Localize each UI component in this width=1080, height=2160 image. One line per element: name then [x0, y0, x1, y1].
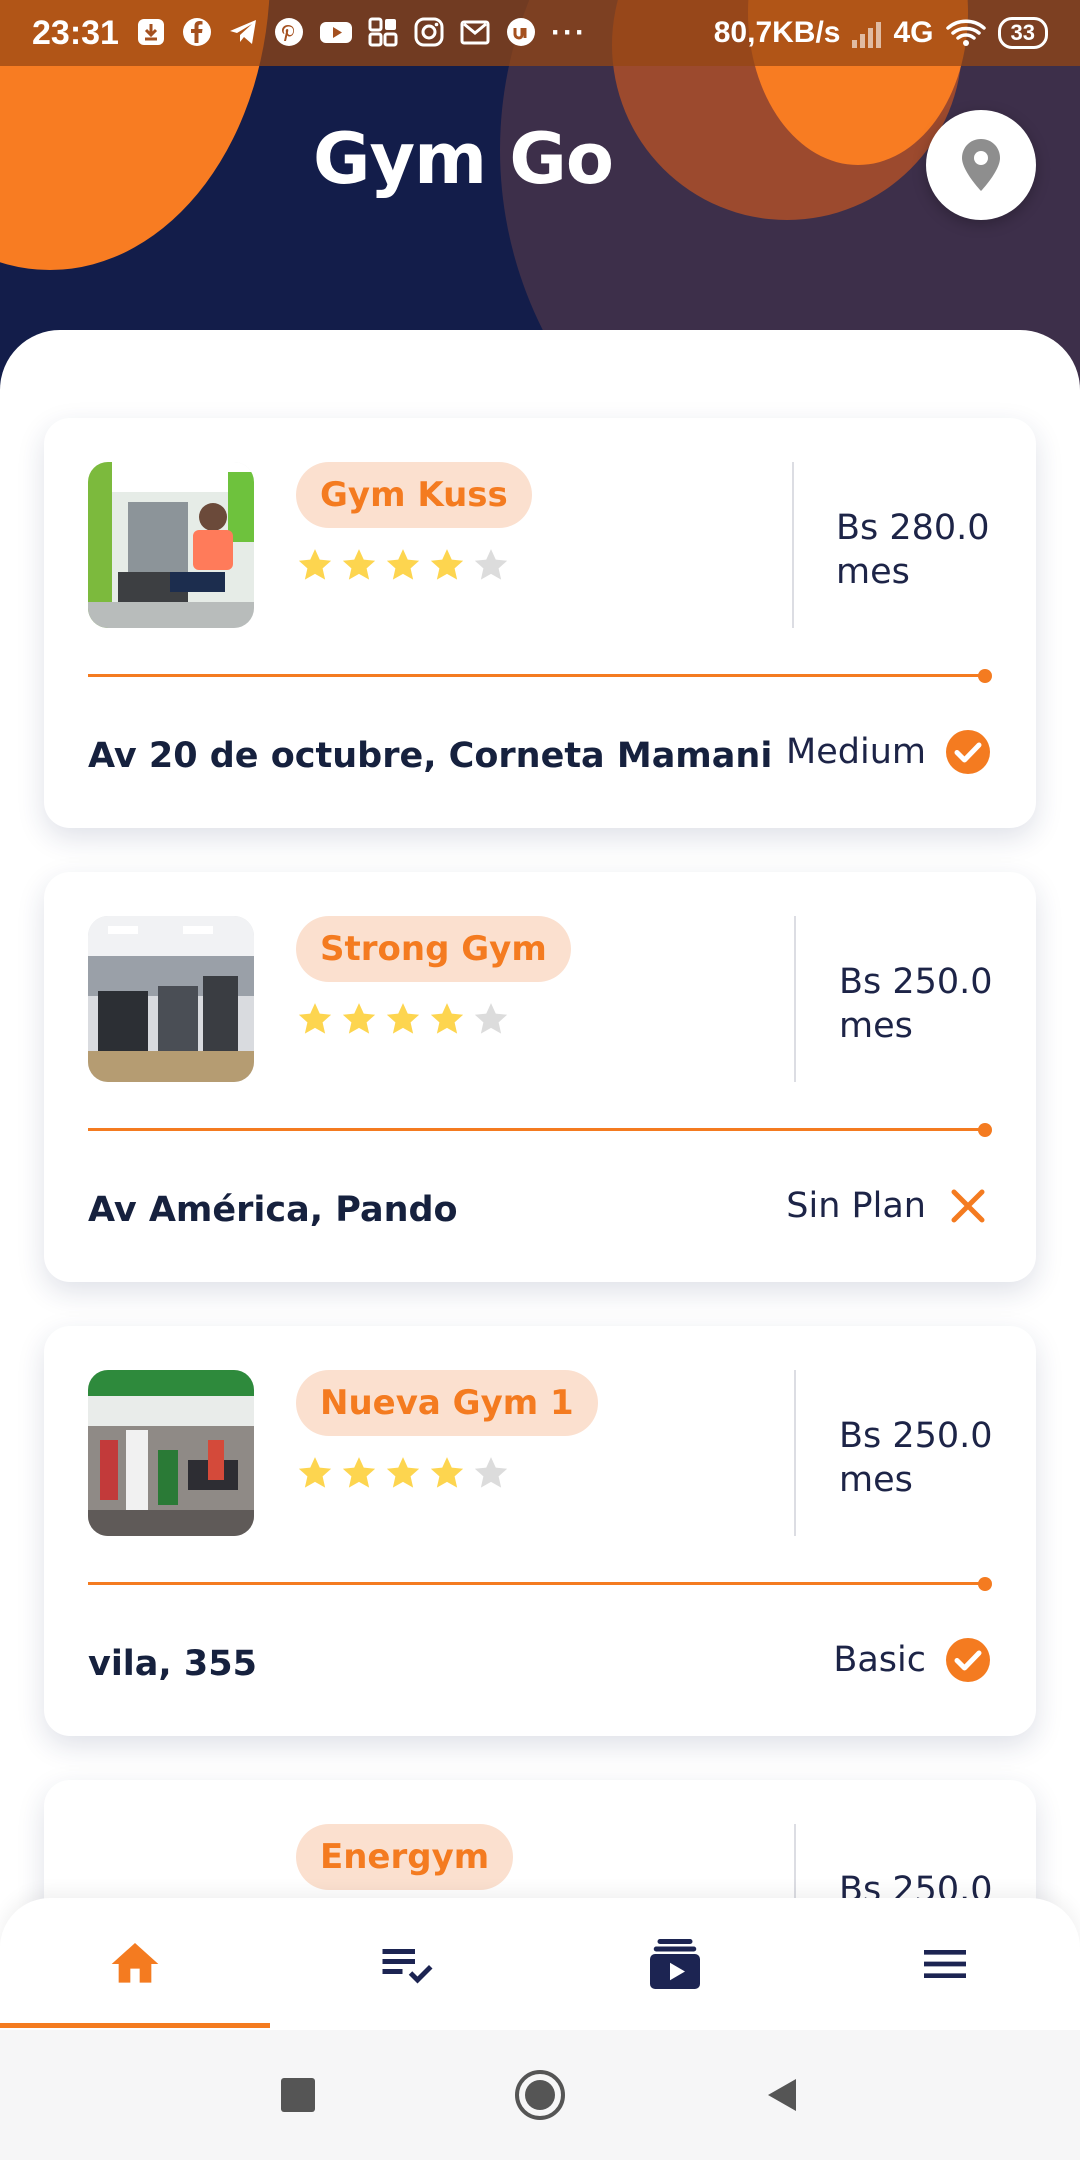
rating-stars — [296, 546, 510, 584]
telegram-icon — [229, 20, 256, 44]
network-type: 4G — [893, 16, 934, 49]
star-icon — [386, 1003, 420, 1034]
gym-photo — [88, 916, 254, 1082]
check-circle-icon — [946, 730, 990, 774]
gym-name: Nueva Gym 1 — [296, 1370, 598, 1436]
plan-status: Basic — [833, 1636, 992, 1684]
star-icon — [386, 1457, 420, 1488]
price-period: mes — [836, 552, 910, 592]
star-icon — [342, 1003, 376, 1034]
gym-address: Av América, Pando — [88, 1190, 458, 1230]
video-library-icon — [650, 1939, 700, 1989]
gym-list-sheet: Gym Kuss Bs 280.0 mes Av 20 de octubre, … — [0, 330, 1080, 2160]
plan-status: Medium — [786, 728, 992, 776]
gym-card[interactable]: Strong Gym Bs 250.0 mes Av América, Pand… — [44, 872, 1036, 1282]
pinterest-icon — [274, 18, 303, 46]
rating-stars — [296, 1000, 510, 1038]
system-navigation-bar — [0, 2030, 1080, 2160]
nav-active-indicator — [0, 2023, 270, 2028]
gmail-icon — [460, 20, 490, 45]
price-amount: Bs 280.0 — [836, 508, 990, 548]
nav-videos[interactable] — [540, 1898, 810, 2030]
status-time: 23:31 — [32, 13, 119, 52]
home-icon — [111, 1943, 159, 1983]
nav-home[interactable] — [0, 1898, 270, 2030]
gym-address: Av 20 de octubre, Corneta Mamani — [88, 736, 773, 776]
separator-line — [88, 1128, 988, 1131]
battery-indicator: 33 — [997, 17, 1048, 49]
gym-photo — [88, 1370, 254, 1536]
gym-address: vila, 355 — [88, 1644, 257, 1684]
instagram-icon — [414, 17, 444, 47]
separator-line — [88, 1582, 988, 1585]
wifi-icon — [945, 19, 986, 46]
page-title: Gym Go — [313, 118, 614, 200]
gym-photo — [88, 462, 254, 628]
nav-checklist[interactable] — [270, 1898, 540, 2030]
star-icon — [430, 1003, 464, 1034]
home-circle-icon[interactable] — [513, 2068, 567, 2122]
download-icon — [137, 19, 164, 45]
network-speed: 80,7KB/s — [713, 16, 841, 49]
gym-name: Gym Kuss — [296, 462, 532, 528]
star-empty-icon — [474, 549, 508, 580]
nav-menu[interactable] — [810, 1898, 1080, 2030]
signal-icon — [852, 18, 882, 48]
star-empty-icon — [474, 1003, 508, 1034]
menu-icon — [924, 1950, 966, 1978]
checklist-icon — [382, 1949, 433, 1984]
plan-label: Sin Plan — [786, 1186, 926, 1226]
plan-label: Medium — [786, 732, 926, 772]
youtube-icon — [319, 22, 352, 43]
plan-status: Sin Plan — [786, 1182, 992, 1230]
more-dots-icon: ··· — [550, 16, 587, 49]
status-bar: 23:31 ··· 80,7KB/s 4G 33 — [0, 0, 1080, 66]
rating-stars — [296, 1454, 510, 1492]
check-circle-icon — [946, 1638, 990, 1682]
facebook-icon — [182, 18, 211, 46]
divider — [792, 462, 794, 628]
apps-icon — [368, 17, 398, 47]
gym-price: Bs 250.0 mes — [839, 1414, 993, 1502]
gym-name: Strong Gym — [296, 916, 571, 982]
recents-icon[interactable] — [278, 2075, 318, 2115]
status-right: 80,7KB/s 4G 33 — [714, 16, 1048, 50]
star-icon — [342, 549, 376, 580]
divider — [794, 916, 796, 1082]
star-icon — [342, 1457, 376, 1488]
separator-line — [88, 674, 988, 677]
close-icon — [951, 1189, 985, 1223]
notification-icons: ··· — [135, 16, 587, 50]
plan-label: Basic — [833, 1640, 926, 1680]
separator-dot — [978, 1123, 992, 1137]
location-pin-icon — [962, 139, 1000, 191]
star-icon — [430, 549, 464, 580]
price-period: mes — [839, 1006, 913, 1046]
gym-card[interactable]: Gym Kuss Bs 280.0 mes Av 20 de octubre, … — [44, 418, 1036, 828]
location-button[interactable] — [926, 110, 1036, 220]
star-icon — [298, 1003, 332, 1034]
star-icon — [298, 1457, 332, 1488]
app-u-icon — [506, 18, 535, 46]
gym-name: Energym — [296, 1824, 514, 1890]
bottom-navigation — [0, 1898, 1080, 2030]
star-icon — [430, 1457, 464, 1488]
back-icon[interactable] — [762, 2075, 802, 2115]
price-amount: Bs 250.0 — [839, 962, 993, 1002]
star-icon — [298, 549, 332, 580]
gym-card[interactable]: Nueva Gym 1 Bs 250.0 mes vila, 355 Basic — [44, 1326, 1036, 1736]
separator-dot — [978, 1577, 992, 1591]
separator-dot — [978, 669, 992, 683]
gym-price: Bs 250.0 mes — [839, 960, 993, 1048]
star-empty-icon — [474, 1457, 508, 1488]
star-icon — [386, 549, 420, 580]
gym-price: Bs 280.0 mes — [836, 506, 990, 594]
price-period: mes — [839, 1460, 913, 1500]
divider — [794, 1370, 796, 1536]
price-amount: Bs 250.0 — [839, 1416, 993, 1456]
